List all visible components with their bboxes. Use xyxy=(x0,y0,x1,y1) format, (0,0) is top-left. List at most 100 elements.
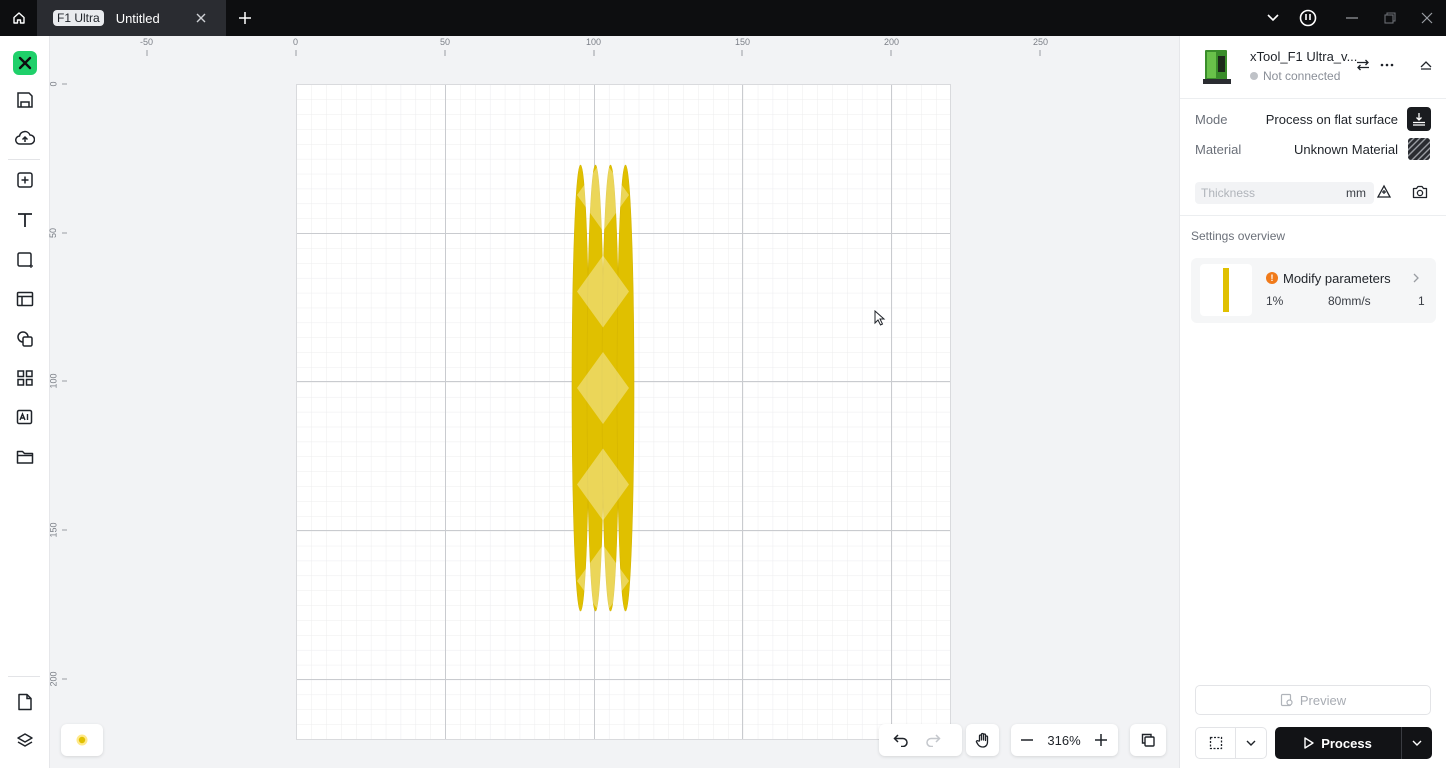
collapse-icon[interactable] xyxy=(1416,55,1436,75)
save-icon[interactable] xyxy=(13,88,37,112)
add-object-icon[interactable] xyxy=(13,168,37,192)
zoom-level[interactable]: 316% xyxy=(1043,733,1085,748)
close-icon[interactable] xyxy=(192,9,210,27)
select-frame-icon[interactable] xyxy=(1196,728,1235,758)
flat-surface-icon xyxy=(1413,113,1425,126)
work-area-grid[interactable] xyxy=(296,84,951,740)
add-tab-icon[interactable] xyxy=(235,8,255,28)
material-value[interactable]: Unknown Material xyxy=(1294,142,1398,157)
warning-icon: ! xyxy=(1266,272,1278,284)
power-value: 1% xyxy=(1266,294,1284,308)
layout-icon[interactable] xyxy=(13,287,37,311)
tab-untitled[interactable]: F1 Ultra Untitled xyxy=(37,0,226,36)
parameter-card[interactable]: ! Modify parameters 1% 80mm/s 1 xyxy=(1191,258,1436,323)
ruler-tick: 0 xyxy=(293,37,299,47)
divider xyxy=(1180,215,1446,216)
camera-icon[interactable] xyxy=(1410,182,1430,202)
material-button[interactable] xyxy=(1407,137,1431,161)
apps-icon[interactable] xyxy=(13,366,37,390)
ruler-tick: -50 xyxy=(140,37,154,47)
thickness-field[interactable]: mm xyxy=(1195,182,1374,204)
shape-tool-icon[interactable] xyxy=(13,248,37,272)
zoom-out-icon[interactable] xyxy=(1011,724,1043,756)
device-name[interactable]: xTool_F1 Ultra_v... xyxy=(1250,49,1357,64)
minimize-icon[interactable] xyxy=(1342,8,1362,28)
mode-label: Mode xyxy=(1195,112,1228,127)
process-label: Process xyxy=(1321,735,1372,751)
laser-indicator-button[interactable] xyxy=(61,724,103,756)
thickness-input[interactable] xyxy=(1201,185,1321,201)
xtool-logo-icon xyxy=(13,51,37,75)
connection-status: Not connected xyxy=(1250,69,1340,83)
material-texture-icon xyxy=(1408,138,1430,160)
divider xyxy=(1180,98,1446,99)
zoom-in-icon[interactable] xyxy=(1085,724,1117,756)
mouse-cursor-icon xyxy=(874,310,886,326)
chevron-down-icon[interactable] xyxy=(1402,740,1432,746)
ai-image-icon[interactable] xyxy=(13,405,37,429)
pan-tool-button[interactable] xyxy=(966,724,999,756)
divider xyxy=(8,159,40,160)
thickness-unit: mm xyxy=(1346,186,1366,200)
laser-dot-icon xyxy=(76,734,88,746)
left-ruler: 0 50 100 150 200 xyxy=(48,36,70,768)
redo-icon[interactable] xyxy=(917,724,949,756)
window-close-icon[interactable] xyxy=(1417,8,1437,28)
mode-value[interactable]: Process on flat surface xyxy=(1266,112,1398,127)
right-panel: xTool_F1 Ultra_v... Not connected Mode P… xyxy=(1179,36,1446,768)
restore-icon[interactable] xyxy=(1380,8,1400,28)
tab-title: Untitled xyxy=(115,10,160,26)
ruler-tick: 200 xyxy=(884,37,900,47)
title-bar: F1 Ultra Untitled xyxy=(0,0,1446,36)
chevron-down-icon[interactable] xyxy=(1263,8,1283,28)
chevron-right-icon[interactable] xyxy=(1406,268,1426,288)
more-icon[interactable] xyxy=(1377,55,1397,75)
selection-mode-button[interactable] xyxy=(1195,727,1267,759)
document-icon[interactable] xyxy=(13,690,37,714)
left-toolbar xyxy=(0,36,50,768)
ruler-tick: 50 xyxy=(48,227,59,239)
undo-icon[interactable] xyxy=(885,724,917,756)
preview-button[interactable]: Preview xyxy=(1195,685,1431,715)
arrange-button[interactable] xyxy=(1130,724,1166,756)
divider xyxy=(8,676,40,677)
hand-icon xyxy=(975,732,988,748)
ruler-tick: 100 xyxy=(586,37,602,47)
ruler-tick: 150 xyxy=(48,522,59,538)
ruler-tick: 0 xyxy=(48,81,59,87)
process-button[interactable]: Process xyxy=(1275,727,1432,759)
home-icon[interactable] xyxy=(0,0,37,36)
connection-status-text: Not connected xyxy=(1263,69,1341,83)
device-image xyxy=(1203,50,1231,84)
play-icon xyxy=(1304,737,1314,749)
ruler-tick: 250 xyxy=(1033,37,1049,47)
tab-device-badge: F1 Ultra xyxy=(53,10,104,26)
layers-icon[interactable] xyxy=(13,729,37,753)
preview-label: Preview xyxy=(1299,692,1347,708)
cloud-upload-icon[interactable] xyxy=(13,126,37,150)
modify-parameters-label: Modify parameters xyxy=(1283,271,1391,286)
switch-device-icon[interactable] xyxy=(1353,55,1373,75)
ruler-tick: 100 xyxy=(48,373,59,389)
copy-icon xyxy=(1141,733,1155,747)
history-controls xyxy=(879,724,962,756)
account-icon[interactable] xyxy=(1298,8,1318,28)
text-tool-icon[interactable] xyxy=(13,208,37,232)
flat-surface-mode-button[interactable] xyxy=(1407,107,1431,131)
chevron-down-icon[interactable] xyxy=(1236,728,1266,758)
top-ruler: -50 0 50 100 150 200 250 xyxy=(50,36,1179,56)
ruler-tick: 150 xyxy=(735,37,751,47)
auto-measure-icon[interactable] xyxy=(1374,182,1394,202)
engraving-shape[interactable] xyxy=(297,85,950,739)
passes-value: 1 xyxy=(1418,294,1425,308)
status-dot xyxy=(1250,72,1258,80)
speed-value: 80mm/s xyxy=(1328,294,1371,308)
canvas-area[interactable]: -50 0 50 100 150 200 250 0 50 100 150 20… xyxy=(48,36,1179,768)
preview-icon xyxy=(1280,693,1293,707)
settings-overview-title: Settings overview xyxy=(1191,229,1286,243)
folder-icon[interactable] xyxy=(13,445,37,469)
layer-thumbnail xyxy=(1200,264,1252,316)
material-label: Material xyxy=(1195,142,1242,157)
elements-icon[interactable] xyxy=(13,327,37,351)
ruler-tick: 50 xyxy=(440,37,451,47)
